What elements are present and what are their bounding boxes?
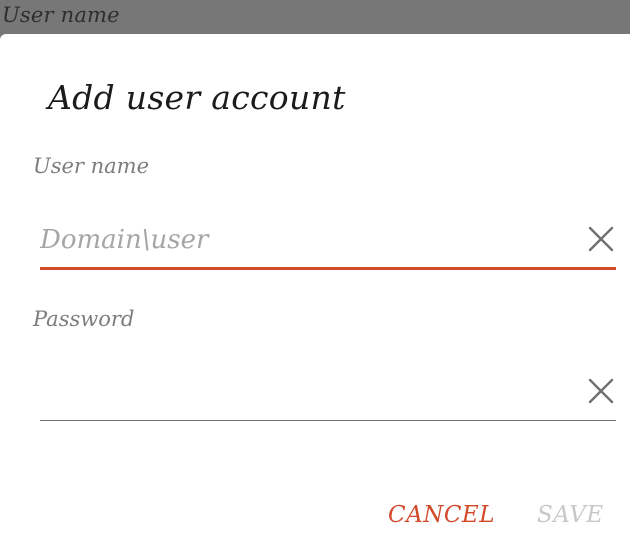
password-input[interactable]	[40, 374, 575, 414]
username-label: User name	[33, 154, 150, 178]
username-clear-button[interactable]	[584, 222, 618, 256]
username-input[interactable]	[40, 220, 575, 260]
dialog-title: Add user account	[48, 78, 346, 117]
password-label: Password	[33, 307, 135, 331]
cancel-button[interactable]: CANCEL	[388, 502, 495, 528]
password-underline	[40, 420, 616, 421]
backdrop-field-label: User name	[2, 3, 120, 27]
close-icon	[588, 378, 614, 404]
close-icon	[588, 226, 614, 252]
backdrop-header: User name	[0, 0, 630, 34]
password-clear-button[interactable]	[584, 374, 618, 408]
username-underline	[40, 267, 616, 270]
save-button[interactable]: SAVE	[537, 502, 604, 528]
add-user-dialog: Add user account User name Password CANC…	[0, 34, 630, 541]
